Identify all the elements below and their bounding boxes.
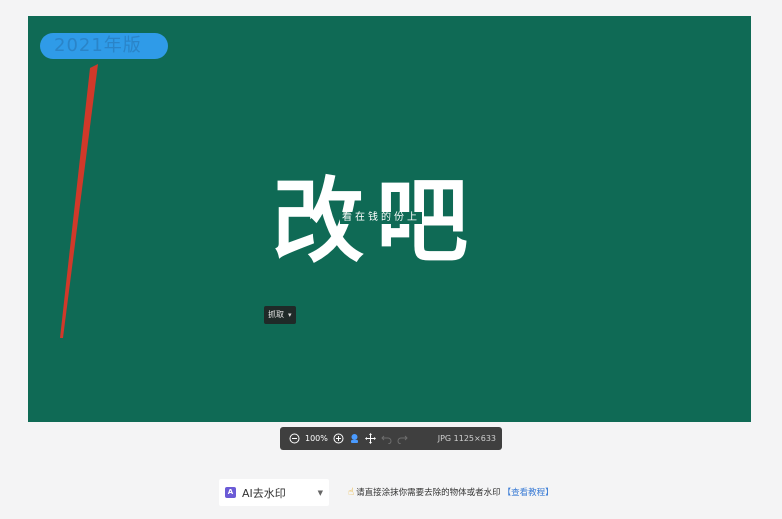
upload-icon[interactable]	[347, 431, 363, 447]
tutorial-link[interactable]: 【查看教程】	[503, 486, 554, 498]
capture-button-label: 抓取	[268, 310, 284, 319]
arrow-shape	[60, 64, 98, 338]
hint-text: 请直接涂抹你需要去除的物体或者水印	[356, 488, 501, 498]
pointing-hand-icon: ☝	[348, 486, 355, 498]
mode-select-label: AI去水印	[242, 486, 286, 500]
hint-bar: ☝ 请直接涂抹你需要去除的物体或者水印 【查看教程】	[348, 486, 554, 499]
image-info: JPG 1125×633	[437, 434, 496, 443]
mode-select[interactable]: A AI去水印 ▼	[219, 479, 329, 506]
redo-icon[interactable]	[395, 431, 411, 447]
ai-icon: A	[225, 487, 236, 498]
zoom-level: 100%	[305, 434, 328, 443]
year-badge: 2021年版	[40, 33, 168, 59]
image-canvas[interactable]: 2021年版 改吧 看在钱的份上 抓取 ▾	[28, 16, 751, 422]
undo-icon[interactable]	[379, 431, 395, 447]
chevron-down-icon: ▼	[317, 488, 323, 497]
capture-button[interactable]: 抓取 ▾	[264, 306, 296, 324]
image-toolbar: 100% JPG 1125×633	[280, 427, 502, 450]
zoom-out-icon[interactable]	[286, 431, 302, 447]
image-subtitle: 看在钱的份上	[340, 212, 422, 224]
move-icon[interactable]	[363, 431, 379, 447]
caret-down-icon: ▾	[288, 311, 292, 319]
zoom-in-icon[interactable]	[331, 431, 347, 447]
